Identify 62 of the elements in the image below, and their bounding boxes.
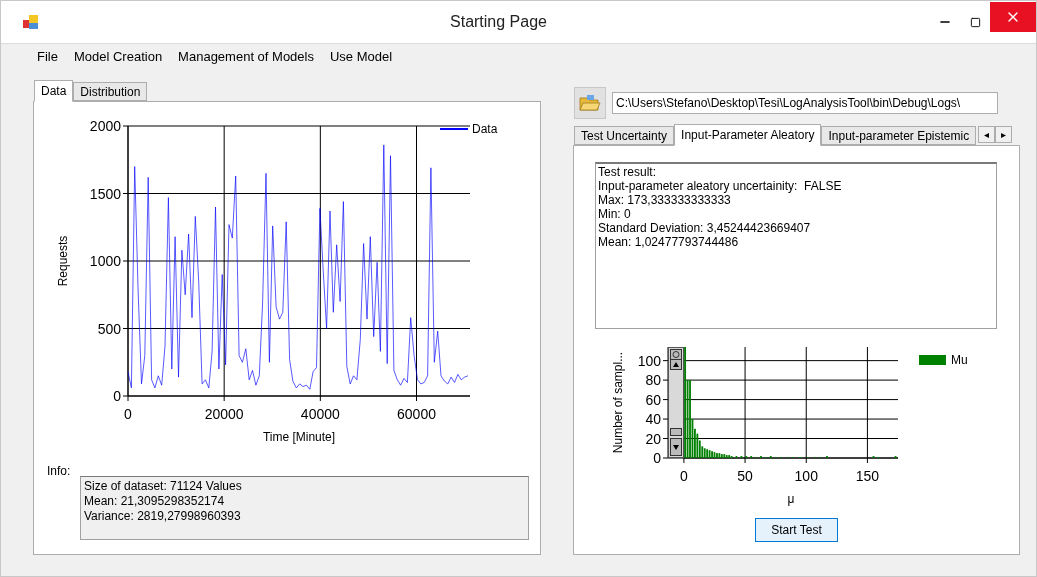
info-label: Info: xyxy=(47,464,72,478)
tick-label: 20 xyxy=(645,430,661,447)
tick-label: 0 xyxy=(653,450,661,466)
result-line: Test result: xyxy=(598,165,658,179)
open-folder-button[interactable] xyxy=(574,87,606,119)
menu-item[interactable]: Management of Models xyxy=(170,46,322,68)
tick-label: 0 xyxy=(680,468,688,484)
tick-label: 0 xyxy=(113,388,121,404)
result-line: Mean: 1,02477793744486 xyxy=(598,235,740,249)
tick-label: 20000 xyxy=(204,406,244,422)
tick-label: 0 xyxy=(124,406,132,422)
axis-label: Time [Minute] xyxy=(262,430,336,444)
legend-label: Data xyxy=(472,122,498,136)
result-line: Input-parameter aleatory uncertainity: FALSE xyxy=(598,179,843,193)
tick-label: 1500 xyxy=(89,185,121,202)
tick-label: 500 xyxy=(97,320,121,337)
tick-label: 60000 xyxy=(397,406,436,422)
tab[interactable]: Data xyxy=(34,80,74,102)
menu-item[interactable]: Use Model xyxy=(321,46,401,68)
axis-label: μ xyxy=(787,492,795,506)
result-line: Standard Deviation: 3,45244423669407 xyxy=(598,221,812,235)
path-field[interactable]: C:\Users\Stefano\Desktop\Tesi\LogAnalysisTool\bin\Debug\Logs\ xyxy=(612,92,998,114)
tick-label: 50 xyxy=(737,468,753,484)
legend-label: Mu xyxy=(951,353,968,367)
menu-item[interactable]: Model Creation xyxy=(65,46,171,68)
tab[interactable]: Distribution xyxy=(73,82,148,101)
tab[interactable]: Input-parameter Epistemic xyxy=(821,126,977,145)
info-textbox[interactable]: Size of dataset: 71124 Values Mean: 21,3095298352174 Variance: 2819,27998960393 xyxy=(80,476,529,540)
window-title: Starting Page xyxy=(450,12,547,32)
tab[interactable]: Input-Parameter Aleatory xyxy=(674,124,822,146)
tick-label: 80 xyxy=(645,372,661,389)
app-icon xyxy=(23,15,39,29)
legend-swatch xyxy=(919,355,946,365)
result-line: Max: 173,333333333333 xyxy=(598,193,732,207)
info-line: Size of dataset: 71124 Values xyxy=(84,479,243,494)
tick-label: 2000 xyxy=(89,118,121,134)
result-line: Min: 0 xyxy=(598,207,632,221)
tick-label: 40 xyxy=(645,411,661,428)
tick-label: 100 xyxy=(637,352,661,369)
tab[interactable]: Test Uncertainty xyxy=(574,126,675,145)
folder-icon xyxy=(579,94,601,112)
legend-line xyxy=(439,128,469,130)
menu-item[interactable]: File xyxy=(29,46,66,68)
info-line: Mean: 21,3095298352174 xyxy=(84,494,226,509)
scroll-thumb-icon xyxy=(670,428,682,436)
scroll-down-icon xyxy=(670,438,682,456)
tab-scroll-left-button[interactable]: ◂ xyxy=(978,126,996,143)
scrollbar[interactable] xyxy=(668,347,684,458)
tick-label: 100 xyxy=(794,468,818,484)
result-textbox[interactable]: Test result: Input-parameter aleatory uncertainity: FALSE Max: 173,333333333333 Min: 0 Standard Deviation: 3,45244423669407 Mean: 1,02477793744486 xyxy=(595,162,997,329)
zoom-reset-icon xyxy=(670,349,682,360)
tick-label: 150 xyxy=(855,468,880,484)
tick-label: 40000 xyxy=(300,406,340,422)
maximize-icon xyxy=(969,16,981,28)
tab-scroll-right-button[interactable]: ▸ xyxy=(995,126,1013,143)
info-line: Variance: 2819,27998960393 xyxy=(84,509,242,524)
start-test-button[interactable]: Start Test xyxy=(755,518,838,542)
axis-label: Number of sampl... xyxy=(611,351,625,454)
axis-label: Requests xyxy=(56,235,70,287)
tick-label: 60 xyxy=(645,391,661,408)
tick-label: 1000 xyxy=(89,253,121,269)
scroll-up-icon xyxy=(670,359,682,370)
